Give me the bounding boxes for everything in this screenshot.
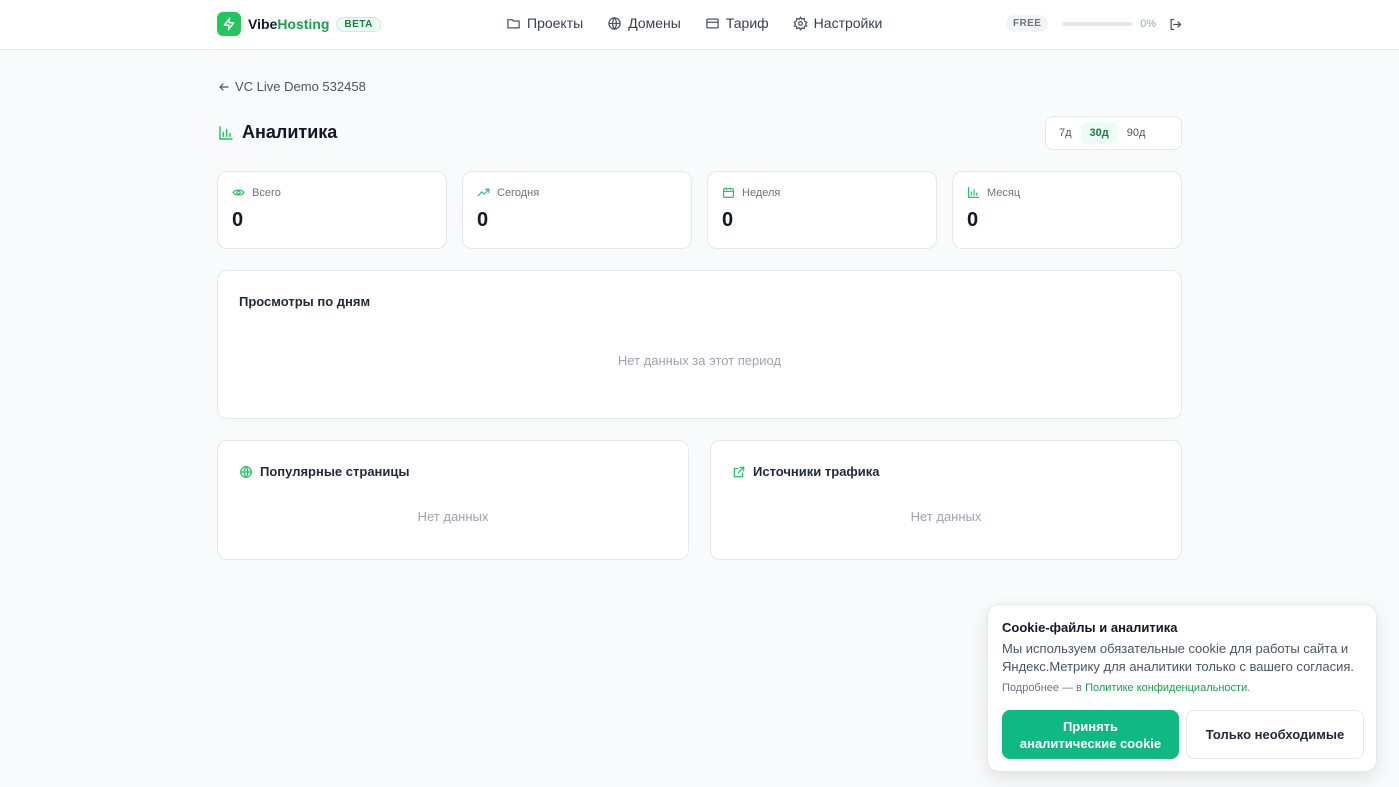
- stat-card-week: Неделя 0: [707, 171, 937, 249]
- period-90d-button[interactable]: 90д: [1118, 122, 1155, 144]
- bar-chart-icon: [219, 125, 233, 140]
- usage-percent: 0%: [1140, 17, 1157, 30]
- usage-progress-bar: [1062, 21, 1133, 26]
- popular-pages-header: Популярные страницы: [239, 464, 409, 479]
- traffic-sources-empty-state: Нет данных: [910, 509, 982, 524]
- brand-logo[interactable]: VibeHosting BETA: [217, 12, 381, 36]
- beta-badge: BETA: [336, 16, 381, 32]
- popular-pages-title: Популярные страницы: [260, 464, 410, 479]
- trending-up-icon: [477, 188, 490, 197]
- brand-name-part1: Vibe: [248, 16, 278, 32]
- back-link-label: VC Live Demo 532458: [235, 79, 366, 94]
- nav-item-projects[interactable]: Проекты: [506, 15, 583, 31]
- traffic-sources-header: Источники трафика: [732, 464, 880, 479]
- period-switcher: 7д 30д 90д: [1045, 116, 1182, 150]
- necessary-only-button[interactable]: Только необходимые: [1186, 710, 1364, 759]
- accept-analytics-cookie-button[interactable]: Принять аналитические cookie: [1002, 710, 1179, 759]
- stat-label: Сегодня: [497, 186, 540, 199]
- stat-value: 0: [232, 209, 244, 231]
- views-by-day-card: Просмотры по дням Нет данных за этот пер…: [217, 270, 1182, 419]
- logout-button[interactable]: [1168, 17, 1183, 32]
- nav-item-label: Домены: [628, 15, 681, 31]
- privacy-policy-link[interactable]: Политике конфиденциальности: [1085, 682, 1247, 694]
- views-by-day-title: Просмотры по дням: [239, 294, 371, 309]
- stat-header: Месяц: [967, 186, 1020, 199]
- views-empty-state: Нет данных за этот период: [617, 353, 782, 368]
- stat-header: Неделя: [722, 186, 780, 199]
- brand-name: VibeHosting: [248, 16, 329, 32]
- logout-icon: [1170, 18, 1182, 31]
- stat-card-today: Сегодня 0: [462, 171, 692, 249]
- cookie-note-prefix: Подробнее — в: [1002, 682, 1086, 694]
- plan-badge: FREE: [1006, 15, 1049, 32]
- lightning-icon: [217, 12, 241, 36]
- stat-value: 0: [967, 209, 979, 231]
- credit-card-icon: [706, 18, 719, 28]
- main-nav: Проекты Домены Тариф Настройки: [506, 15, 906, 31]
- cookie-note-suffix: .: [1247, 682, 1251, 694]
- stat-card-month: Месяц 0: [952, 171, 1182, 249]
- folder-icon: [507, 18, 520, 28]
- nav-item-plan[interactable]: Тариф: [705, 15, 769, 31]
- popular-pages-empty-state: Нет данных: [417, 509, 489, 524]
- nav-item-domains[interactable]: Домены: [607, 15, 681, 31]
- bar-chart-icon: [968, 187, 979, 198]
- top-header: VibeHosting BETA Проекты Домены Тариф На…: [0, 0, 1399, 50]
- nav-item-label: Проекты: [527, 15, 584, 31]
- period-7d-button[interactable]: 7д: [1050, 122, 1081, 144]
- brand-name-part2: Hosting: [277, 16, 330, 32]
- stat-label: Всего: [252, 186, 281, 199]
- popular-pages-card: Популярные страницы Нет данных: [217, 440, 689, 560]
- page-title-text: Аналитика: [242, 122, 338, 142]
- gear-icon: [792, 15, 808, 31]
- globe-icon: [608, 16, 621, 30]
- cookie-banner-title: Cookie-файлы и аналитика: [1002, 620, 1178, 635]
- back-link[interactable]: VC Live Demo 532458: [218, 79, 366, 94]
- page-title: Аналитика: [218, 122, 337, 143]
- nav-item-label: Настройки: [813, 15, 883, 31]
- cookie-banner: Cookie-файлы и аналитика Мы используем о…: [987, 604, 1377, 772]
- eye-icon: [232, 189, 245, 196]
- traffic-sources-card: Источники трафика Нет данных: [710, 440, 1182, 560]
- stat-label: Месяц: [987, 186, 1021, 199]
- stat-value: 0: [722, 209, 734, 231]
- arrow-left-icon: [219, 82, 229, 91]
- traffic-sources-title: Источники трафика: [753, 464, 880, 479]
- nav-item-settings[interactable]: Настройки: [792, 15, 883, 31]
- stat-header: Сегодня: [477, 186, 539, 199]
- cookie-banner-note: Подробнее — в Политике конфиденциальност…: [1002, 682, 1250, 694]
- cookie-banner-text: Мы используем обязательные cookie для ра…: [1002, 641, 1354, 674]
- stat-header: Всего: [232, 186, 281, 199]
- external-link-icon: [733, 466, 745, 477]
- period-30d-button[interactable]: 30д: [1080, 122, 1118, 144]
- stat-card-total: Всего 0: [217, 171, 447, 249]
- plan-usage: FREE 0%: [1006, 15, 1156, 32]
- globe-icon: [240, 465, 252, 478]
- calendar-icon: [723, 187, 734, 198]
- stat-label: Неделя: [742, 186, 781, 199]
- stat-value: 0: [477, 209, 489, 231]
- nav-item-label: Тариф: [725, 15, 769, 31]
